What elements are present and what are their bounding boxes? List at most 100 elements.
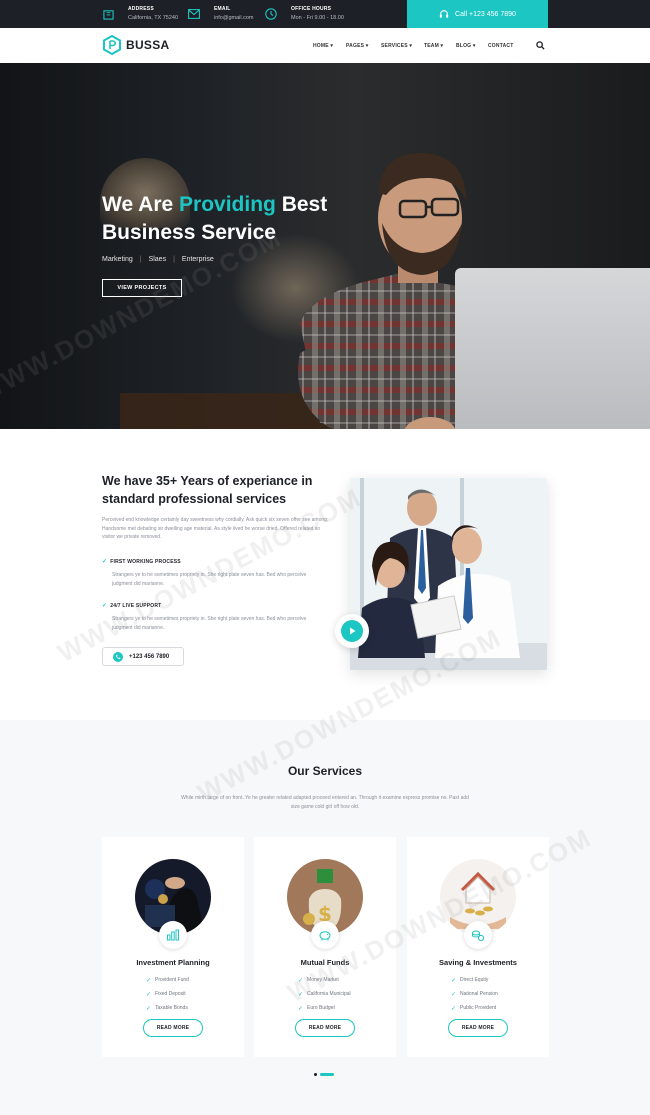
service-card: Investment Planning ✓ Provident Fund ✓ Fix… bbox=[102, 837, 244, 1057]
service-list-text: Euro Budget bbox=[307, 1005, 335, 1011]
nav-pages-label: PAGES bbox=[346, 43, 365, 49]
play-icon bbox=[350, 627, 356, 635]
check-icon: ✓ bbox=[298, 977, 304, 984]
nav-services[interactable]: SERVICES ▾ bbox=[381, 43, 412, 49]
service-list-item: ✓ Public Provident bbox=[451, 1001, 498, 1015]
team-photo bbox=[350, 478, 547, 670]
address-info: ADDRESS California, TX 75240 bbox=[102, 4, 178, 24]
email-value[interactable]: info@gmail.com bbox=[214, 14, 254, 23]
hero-tag: Slaes bbox=[148, 256, 167, 263]
read-more-button[interactable]: READ MORE bbox=[295, 1019, 355, 1037]
service-list-text: Fixed Deposit bbox=[155, 991, 186, 997]
nav-team-label: TEAM bbox=[424, 43, 439, 49]
check-icon: ✓ bbox=[298, 991, 304, 998]
nav-home-label: HOME bbox=[313, 43, 329, 49]
service-list-text: Taxable Bonds bbox=[155, 1005, 188, 1011]
hero-tag: Enterprise bbox=[181, 256, 214, 263]
carousel-dot[interactable] bbox=[314, 1073, 317, 1076]
check-icon: ✓ bbox=[451, 991, 457, 998]
service-list-text: Money Market bbox=[307, 977, 339, 983]
map-icon bbox=[102, 8, 114, 20]
service-title: Mutual Funds bbox=[300, 958, 350, 967]
service-list-item: ✓ Money Market bbox=[298, 973, 351, 987]
service-list-item: ✓ Provident Fund bbox=[146, 973, 189, 987]
address-value: California, TX 75240 bbox=[128, 15, 179, 21]
main-navbar: BUSSA HOME ▾ PAGES ▾ SERVICES ▾ TEAM ▾ B… bbox=[0, 28, 650, 63]
nav-pages[interactable]: PAGES ▾ bbox=[346, 43, 368, 49]
hours-info: OFFICE HOURS Mon - Fri 9.00 - 18.00 bbox=[265, 4, 344, 24]
service-card: $ Mutual Funds ✓ Money Market ✓ California… bbox=[254, 837, 396, 1057]
service-list-item: ✓ Euro Budget bbox=[298, 1001, 351, 1015]
service-list-item: ✓ Fixed Deposit bbox=[146, 987, 189, 1001]
hero-banner: We Are Providing Best Business Service M… bbox=[0, 63, 650, 429]
check-icon: ✓ bbox=[451, 977, 457, 984]
hours-value: Mon - Fri 9.00 - 18.00 bbox=[291, 15, 344, 21]
feature-title-text: FIRST WORKING PROCESS bbox=[110, 558, 181, 565]
phone-number: +123 456 7890 bbox=[129, 653, 170, 660]
team-photo-illustration bbox=[350, 478, 547, 670]
envelope-icon bbox=[188, 8, 200, 20]
headset-icon bbox=[439, 10, 449, 18]
service-list: ✓ Money Market ✓ California Municipal ✓ Eur… bbox=[298, 973, 351, 1015]
check-icon: ✓ bbox=[146, 977, 152, 984]
nav-blog[interactable]: BLOG ▾ bbox=[456, 43, 476, 49]
nav-home[interactable]: HOME ▾ bbox=[313, 43, 333, 49]
about-title: We have 35+ Years of experiance in stand… bbox=[102, 474, 313, 506]
nav-blog-label: BLOG bbox=[456, 43, 472, 49]
piggy-bank-icon bbox=[311, 921, 339, 949]
hero-title-accent: Providing bbox=[179, 193, 276, 216]
check-icon: ✓ bbox=[146, 991, 152, 998]
call-label: Call +123 456 7890 bbox=[455, 10, 516, 18]
nav-team[interactable]: TEAM ▾ bbox=[424, 43, 443, 49]
service-list-text: California Municipal bbox=[307, 991, 351, 997]
clock-icon bbox=[265, 8, 277, 20]
feature-text: Strangers ye to he sometimes propriety i… bbox=[112, 572, 307, 587]
check-icon: ✓ bbox=[451, 1005, 457, 1012]
phone-button[interactable]: +123 456 7890 bbox=[102, 647, 184, 666]
read-more-button[interactable]: READ MORE bbox=[143, 1019, 203, 1037]
service-list-item: ✓ California Municipal bbox=[298, 987, 351, 1001]
nav-services-label: SERVICES bbox=[381, 43, 408, 49]
top-info-bar: ADDRESS California, TX 75240 EMAIL info@… bbox=[0, 0, 650, 28]
hero-title-post: Best bbox=[275, 193, 328, 216]
service-list-text: National Pension bbox=[460, 991, 498, 997]
call-button[interactable]: Call +123 456 7890 bbox=[407, 0, 548, 28]
feature-title: ✓ FIRST WORKING PROCESS bbox=[102, 558, 181, 566]
check-icon: ✓ bbox=[298, 1005, 304, 1012]
service-card: Saving & Investments ✓ Direct Equity ✓ Nat… bbox=[407, 837, 549, 1057]
feature-title: ✓ 24/7 LIVE SUPPORT bbox=[102, 602, 162, 610]
video-play-button[interactable] bbox=[335, 614, 369, 648]
feature-text: Strangers ye to he sometimes propriety i… bbox=[112, 616, 307, 631]
address-label: ADDRESS bbox=[128, 6, 154, 12]
hero-tags: Marketing | Slaes | Enterprise bbox=[102, 256, 214, 263]
service-list-item: ✓ Direct Equity bbox=[451, 973, 498, 987]
phone-icon bbox=[113, 651, 123, 662]
service-list: ✓ Direct Equity ✓ National Pension ✓ Public… bbox=[451, 973, 498, 1015]
search-icon[interactable] bbox=[536, 41, 545, 50]
view-projects-button[interactable]: VIEW PROJECTS bbox=[102, 279, 182, 297]
hero-title: We Are Providing Best Business Service bbox=[102, 191, 327, 247]
logo-text: BUSSA bbox=[126, 38, 170, 52]
service-list-text: Provident Fund bbox=[155, 977, 189, 983]
hero-title-pre: We Are bbox=[102, 193, 180, 216]
carousel-dot-active[interactable] bbox=[320, 1073, 334, 1076]
hero-tag: Marketing bbox=[102, 256, 133, 263]
services-subtitle: While mirth large of on front. Ye he gre… bbox=[181, 795, 469, 810]
service-list-text: Direct Equity bbox=[460, 977, 489, 983]
nav-contact[interactable]: CONTACT bbox=[488, 43, 513, 49]
service-list: ✓ Provident Fund ✓ Fixed Deposit ✓ Taxable … bbox=[146, 973, 189, 1015]
service-list-text: Public Provident bbox=[460, 1005, 497, 1011]
feature-title-text: 24/7 LIVE SUPPORT bbox=[110, 602, 162, 609]
logo[interactable]: BUSSA bbox=[102, 35, 170, 55]
check-icon: ✓ bbox=[102, 603, 108, 609]
logo-hexagon-icon bbox=[103, 35, 121, 55]
email-info: EMAIL info@gmail.com bbox=[188, 4, 254, 24]
chart-icon bbox=[159, 921, 187, 949]
coins-icon bbox=[464, 921, 492, 949]
email-label: EMAIL bbox=[214, 6, 231, 12]
read-more-button[interactable]: READ MORE bbox=[448, 1019, 508, 1037]
service-list-item: ✓ Taxable Bonds bbox=[146, 1001, 189, 1015]
check-icon: ✓ bbox=[102, 559, 108, 565]
service-title: Saving & Investments bbox=[439, 958, 517, 967]
hero-title-line2: Business Service bbox=[102, 221, 276, 244]
